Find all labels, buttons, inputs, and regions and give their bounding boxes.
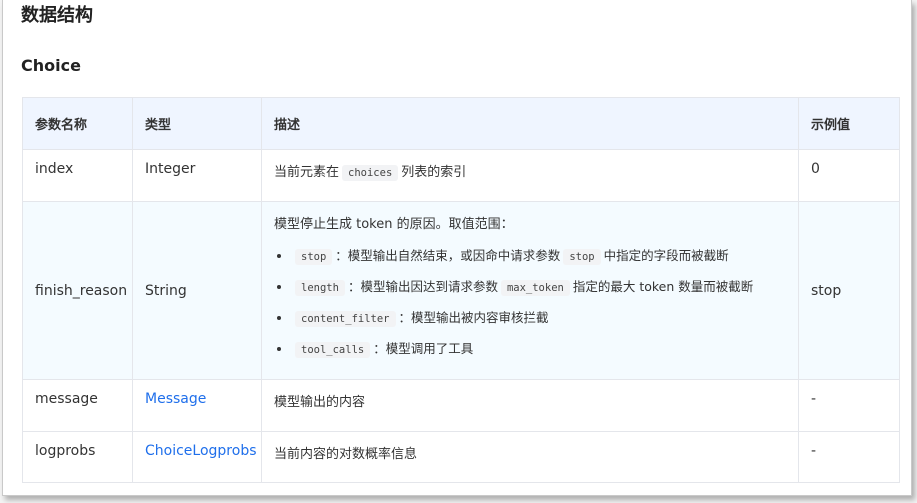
desc-text: 指定的最大 token 数量而被截断 bbox=[572, 279, 754, 294]
param-name: finish_reason bbox=[22, 201, 133, 380]
param-name: logprobs bbox=[22, 431, 133, 483]
table-row: index Integer 当前元素在 choices 列表的索引 0 bbox=[22, 149, 900, 202]
param-type-link[interactable]: ChoiceLogprobs bbox=[132, 431, 262, 483]
inline-code: stop bbox=[563, 249, 601, 265]
list-item: stop：模型输出自然结束，或因命中请求参数stop中指定的字段而被截断 bbox=[292, 247, 786, 266]
desc-text: ：模型输出因达到请求参数 bbox=[347, 279, 498, 294]
header-param-name: 参数名称 bbox=[22, 97, 133, 150]
param-example: stop bbox=[798, 201, 900, 380]
param-example: 0 bbox=[798, 149, 900, 202]
param-description: 模型停止生成 token 的原因。取值范围： stop：模型输出自然结束，或因命… bbox=[261, 201, 799, 380]
param-example: - bbox=[798, 431, 900, 483]
param-description: 模型输出的内容 bbox=[261, 379, 799, 432]
param-type: String bbox=[132, 201, 262, 380]
inline-code: length bbox=[295, 280, 345, 296]
choice-params-table: 参数名称 类型 描述 示例值 index Integer 当前元素在 choice… bbox=[22, 97, 900, 483]
param-description: 当前内容的对数概率信息 bbox=[261, 431, 799, 483]
finish-reason-values: stop：模型输出自然结束，或因命中请求参数stop中指定的字段而被截断 len… bbox=[274, 247, 786, 359]
choicelogprobs-type-link[interactable]: ChoiceLogprobs bbox=[145, 443, 257, 459]
desc-intro: 模型停止生成 token 的原因。取值范围： bbox=[274, 217, 514, 232]
message-type-link[interactable]: Message bbox=[145, 391, 206, 407]
table-row: finish_reason String 模型停止生成 token 的原因。取值… bbox=[22, 201, 900, 380]
inline-code: content_filter bbox=[295, 311, 396, 327]
param-type-link[interactable]: Message bbox=[132, 379, 262, 432]
list-item: length：模型输出因达到请求参数max_token指定的最大 token 数… bbox=[292, 278, 786, 297]
header-description: 描述 bbox=[261, 97, 799, 150]
table-row: logprobs ChoiceLogprobs 当前内容的对数概率信息 - bbox=[22, 431, 900, 483]
inline-code: stop bbox=[295, 249, 333, 265]
header-type: 类型 bbox=[132, 97, 262, 150]
header-example: 示例值 bbox=[798, 97, 900, 150]
inline-code: tool_calls bbox=[295, 342, 371, 358]
list-item: tool_calls：模型调用了工具 bbox=[292, 340, 786, 359]
desc-text: ：模型调用了工具 bbox=[373, 341, 474, 356]
param-name: message bbox=[22, 379, 133, 432]
desc-text: 当前元素在 bbox=[274, 165, 340, 180]
choice-heading: Choice bbox=[21, 56, 81, 75]
desc-text: 中指定的字段而被截断 bbox=[603, 248, 729, 263]
list-item: content_filter：模型输出被内容审核拦截 bbox=[292, 309, 786, 328]
param-description: 当前元素在 choices 列表的索引 bbox=[261, 149, 799, 202]
param-type: Integer bbox=[132, 149, 262, 202]
table-row: message Message 模型输出的内容 - bbox=[22, 379, 900, 432]
inline-code: choices bbox=[342, 165, 399, 181]
desc-text: ：模型输出被内容审核拦截 bbox=[398, 310, 549, 325]
inline-code: max_token bbox=[500, 280, 570, 296]
desc-text: ：模型输出自然结束，或因命中请求参数 bbox=[335, 248, 561, 263]
table-header-row: 参数名称 类型 描述 示例值 bbox=[22, 97, 900, 150]
doc-frame: 数据结构 Choice 参数名称 类型 描述 示例值 index Integer… bbox=[2, 0, 912, 496]
param-example: - bbox=[798, 379, 900, 432]
desc-text: 列表的索引 bbox=[401, 165, 467, 180]
section-heading: 数据结构 bbox=[21, 5, 93, 26]
param-name: index bbox=[22, 149, 133, 202]
